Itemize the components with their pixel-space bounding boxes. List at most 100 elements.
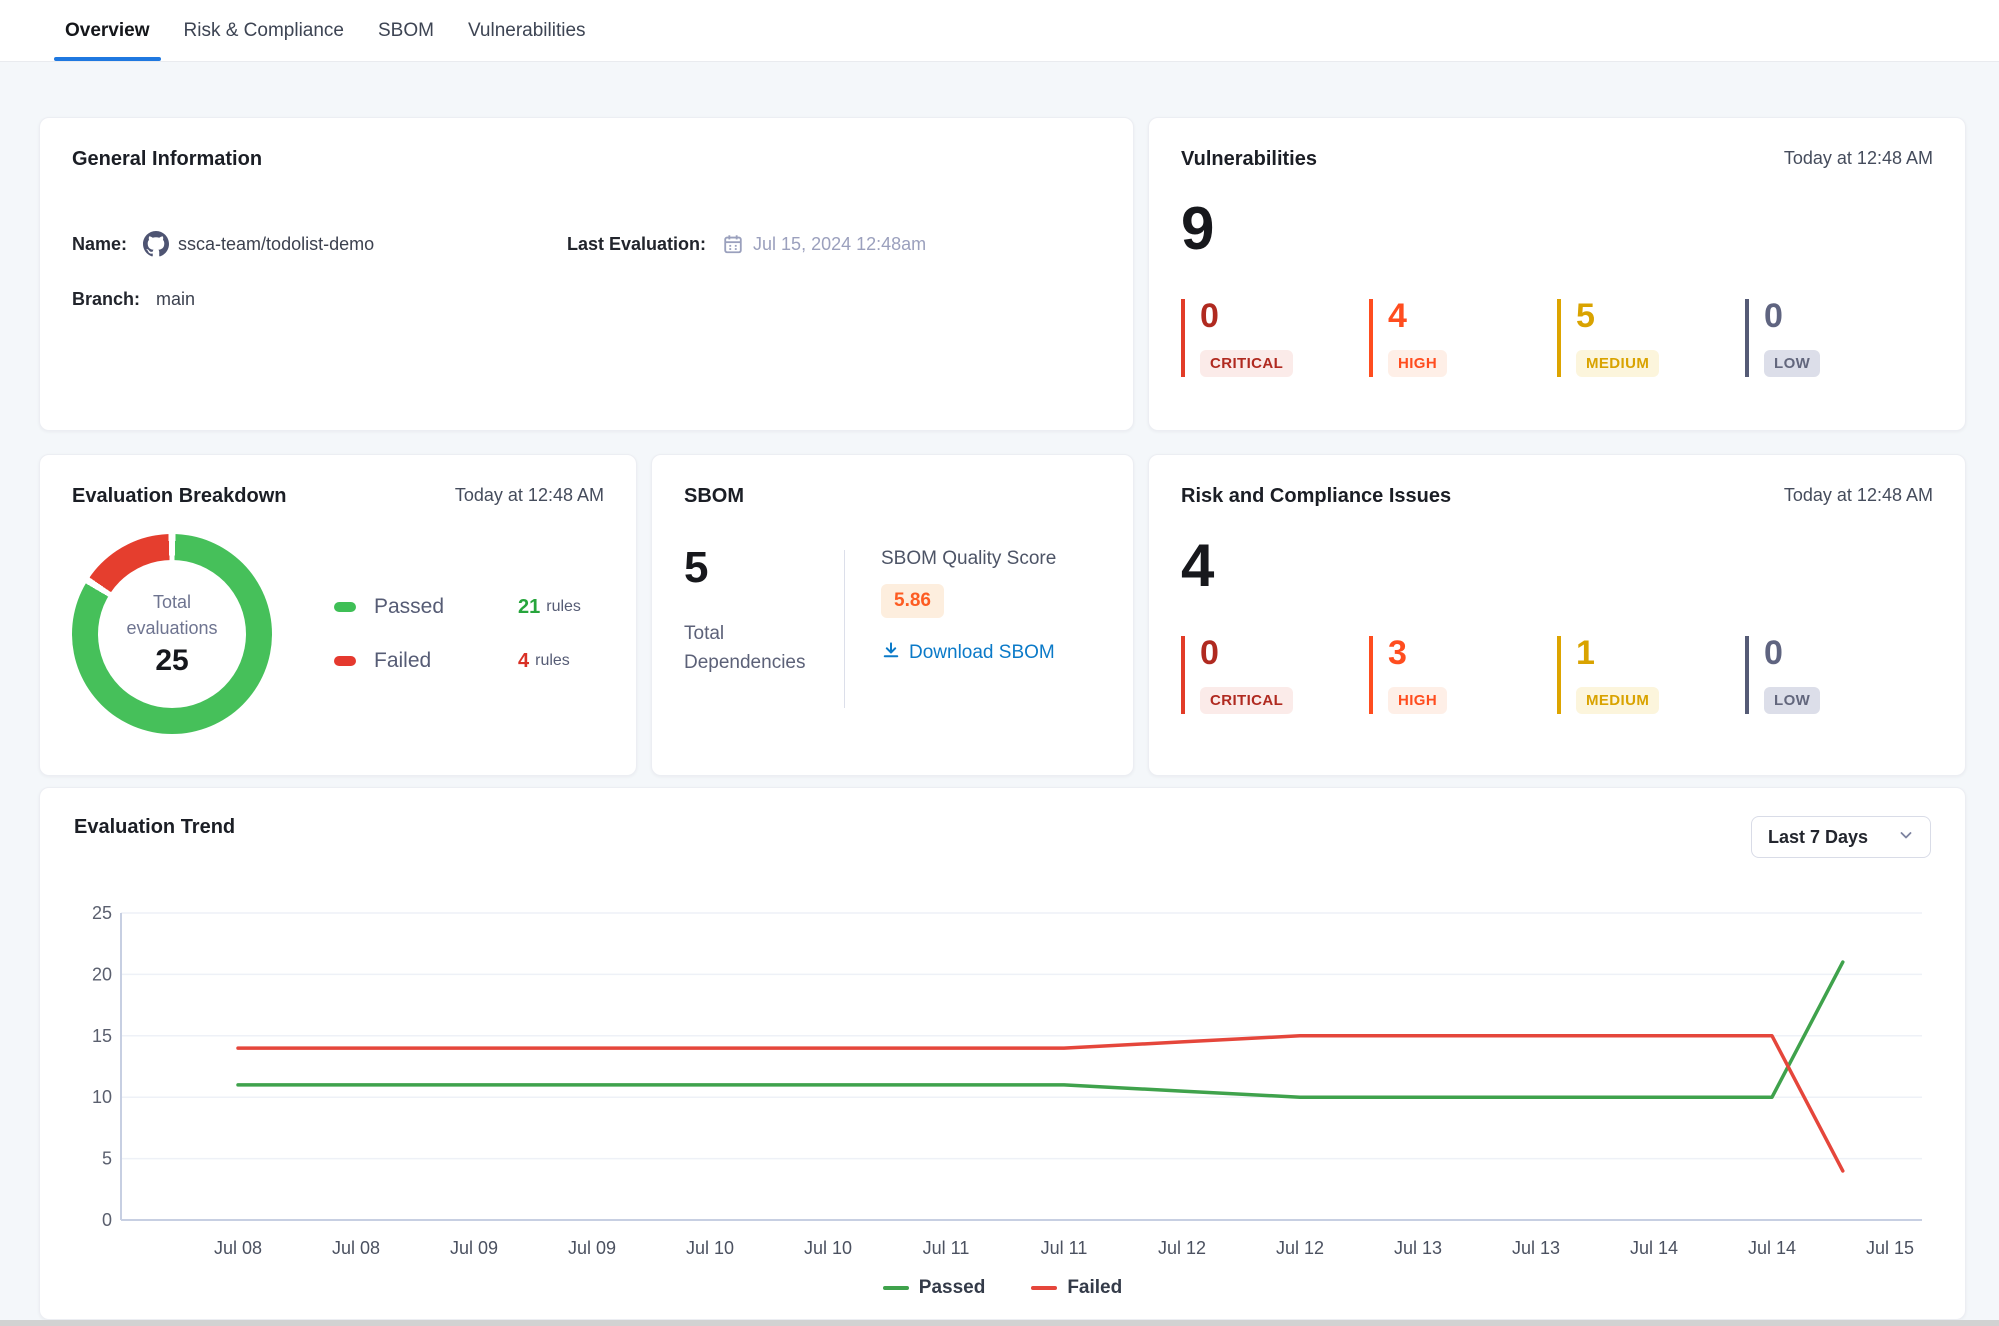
tab-vulnerabilities[interactable]: Vulnerabilities: [451, 0, 603, 61]
trend-legend: Passed Failed: [74, 1277, 1931, 1299]
vuln-medium-badge: MEDIUM: [1576, 350, 1659, 377]
vuln-medium-count: 5: [1576, 299, 1745, 333]
svg-text:Jul 08: Jul 08: [332, 1238, 380, 1258]
evaluation-donut-chart: Total evaluations 25: [72, 534, 272, 734]
passed-pill-icon: [334, 602, 356, 612]
passed-label: Passed: [374, 595, 498, 619]
risk-high-badge: HIGH: [1388, 687, 1447, 714]
tab-risk-compliance[interactable]: Risk & Compliance: [167, 0, 362, 61]
window-bottom-edge: [0, 1320, 1999, 1326]
tab-vulnerabilities-label: Vulnerabilities: [468, 20, 586, 42]
risk-medium-count: 1: [1576, 636, 1745, 670]
vuln-medium-item: 5 MEDIUM: [1557, 299, 1745, 377]
name-label: Name:: [72, 234, 127, 255]
svg-text:Jul 12: Jul 12: [1276, 1238, 1324, 1258]
risk-compliance-card: Risk and Compliance Issues Today at 12:4…: [1148, 454, 1966, 776]
svg-text:Jul 09: Jul 09: [450, 1238, 498, 1258]
github-icon: [143, 231, 169, 257]
donut-center-value: 25: [155, 644, 188, 678]
branch-value: main: [156, 289, 195, 310]
sbom-left: 5 Total Dependencies: [684, 546, 834, 708]
risk-severity-grid: 0 CRITICAL 3 HIGH 1 MEDIUM 0 LOW: [1181, 636, 1933, 714]
passed-line-icon: [883, 1286, 909, 1290]
general-information-title: General Information: [72, 148, 262, 171]
svg-text:Jul 09: Jul 09: [568, 1238, 616, 1258]
risk-medium-item: 1 MEDIUM: [1557, 636, 1745, 714]
repo-name-value: ssca-team/todolist-demo: [178, 234, 374, 255]
passed-count: 21: [518, 596, 540, 619]
tab-risk-compliance-label: Risk & Compliance: [184, 20, 345, 42]
svg-text:20: 20: [92, 964, 112, 984]
trend-legend-passed-label: Passed: [919, 1277, 986, 1299]
vuln-low-count: 0: [1764, 299, 1933, 333]
svg-text:Jul 15: Jul 15: [1866, 1238, 1914, 1258]
tab-overview-label: Overview: [65, 20, 150, 42]
risk-compliance-title: Risk and Compliance Issues: [1181, 485, 1451, 508]
vuln-low-badge: LOW: [1764, 350, 1820, 377]
evaluation-breakdown-timestamp: Today at 12:48 AM: [455, 485, 604, 506]
risk-critical-item: 0 CRITICAL: [1181, 636, 1369, 714]
sbom-quality-score-label: SBOM Quality Score: [881, 548, 1056, 570]
evaluation-trend-card: Evaluation Trend Last 7 Days 0510152025J…: [39, 787, 1966, 1320]
sbom-right: SBOM Quality Score 5.86 Download SBOM: [881, 546, 1056, 708]
vulnerabilities-timestamp: Today at 12:48 AM: [1784, 148, 1933, 169]
svg-text:Jul 08: Jul 08: [214, 1238, 262, 1258]
last-evaluation-value: Jul 15, 2024 12:48am: [753, 234, 926, 255]
tab-sbom-label: SBOM: [378, 20, 434, 42]
trend-range-dropdown[interactable]: Last 7 Days: [1751, 816, 1931, 858]
failed-unit: rules: [535, 652, 570, 670]
evaluation-trend-title: Evaluation Trend: [74, 816, 235, 839]
vuln-critical-badge: CRITICAL: [1200, 350, 1293, 377]
sbom-total-dependencies: 5: [684, 546, 834, 590]
repo-name-row: Name: ssca-team/todolist-demo: [72, 231, 567, 257]
svg-text:Jul 14: Jul 14: [1748, 1238, 1796, 1258]
download-sbom-link[interactable]: Download SBOM: [881, 640, 1056, 666]
evaluation-breakdown-title: Evaluation Breakdown: [72, 485, 287, 508]
last-evaluation-row: Last Evaluation: Jul 15, 2024 12:48am: [567, 231, 1101, 257]
risk-compliance-timestamp: Today at 12:48 AM: [1784, 485, 1933, 506]
tab-overview[interactable]: Overview: [48, 0, 167, 61]
trend-chart-svg: 0510152025Jul 08Jul 08Jul 09Jul 09Jul 10…: [74, 862, 1933, 1262]
trend-legend-passed: Passed: [883, 1277, 986, 1299]
download-sbom-label: Download SBOM: [909, 642, 1055, 664]
vulnerabilities-severity-grid: 0 CRITICAL 4 HIGH 5 MEDIUM 0 LOW: [1181, 299, 1933, 377]
sbom-card: SBOM 5 Total Dependencies SBOM Quality S…: [651, 454, 1134, 776]
evaluation-breakdown-card: Evaluation Breakdown Today at 12:48 AM T…: [39, 454, 637, 776]
svg-text:0: 0: [102, 1210, 112, 1230]
passed-unit: rules: [546, 598, 581, 616]
sbom-quality-score-value: 5.86: [881, 584, 944, 618]
sbom-total-label: Total Dependencies: [684, 620, 834, 677]
vuln-high-count: 4: [1388, 299, 1557, 333]
failed-label: Failed: [374, 649, 498, 673]
risk-high-count: 3: [1388, 636, 1557, 670]
risk-compliance-total: 4: [1181, 536, 1933, 596]
risk-high-item: 3 HIGH: [1369, 636, 1557, 714]
risk-medium-badge: MEDIUM: [1576, 687, 1659, 714]
svg-text:Jul 12: Jul 12: [1158, 1238, 1206, 1258]
svg-text:25: 25: [92, 903, 112, 923]
failed-line-icon: [1031, 1286, 1057, 1290]
branch-row: Branch: main: [72, 289, 567, 310]
sbom-divider: [844, 550, 845, 708]
donut-center-label: Total evaluations: [117, 590, 227, 640]
vuln-critical-item: 0 CRITICAL: [1181, 299, 1369, 377]
trend-range-value: Last 7 Days: [1768, 827, 1868, 848]
trend-legend-failed: Failed: [1031, 1277, 1122, 1299]
vulnerabilities-total: 9: [1181, 199, 1933, 259]
svg-text:Jul 14: Jul 14: [1630, 1238, 1678, 1258]
branch-label: Branch:: [72, 289, 140, 310]
svg-text:Jul 11: Jul 11: [923, 1238, 970, 1258]
vulnerabilities-title: Vulnerabilities: [1181, 148, 1317, 171]
svg-text:Jul 11: Jul 11: [1041, 1238, 1088, 1258]
failed-pill-icon: [334, 656, 356, 666]
tab-sbom[interactable]: SBOM: [361, 0, 451, 61]
svg-text:Jul 13: Jul 13: [1394, 1238, 1442, 1258]
legend-failed-row: Failed 4 rules: [334, 649, 604, 673]
legend-passed-row: Passed 21 rules: [334, 595, 604, 619]
download-icon: [881, 640, 901, 666]
risk-low-count: 0: [1764, 636, 1933, 670]
general-information-card: General Information Name: ssca-team/todo…: [39, 117, 1134, 431]
failed-count: 4: [518, 650, 529, 673]
svg-text:Jul 13: Jul 13: [1512, 1238, 1560, 1258]
risk-critical-count: 0: [1200, 636, 1369, 670]
